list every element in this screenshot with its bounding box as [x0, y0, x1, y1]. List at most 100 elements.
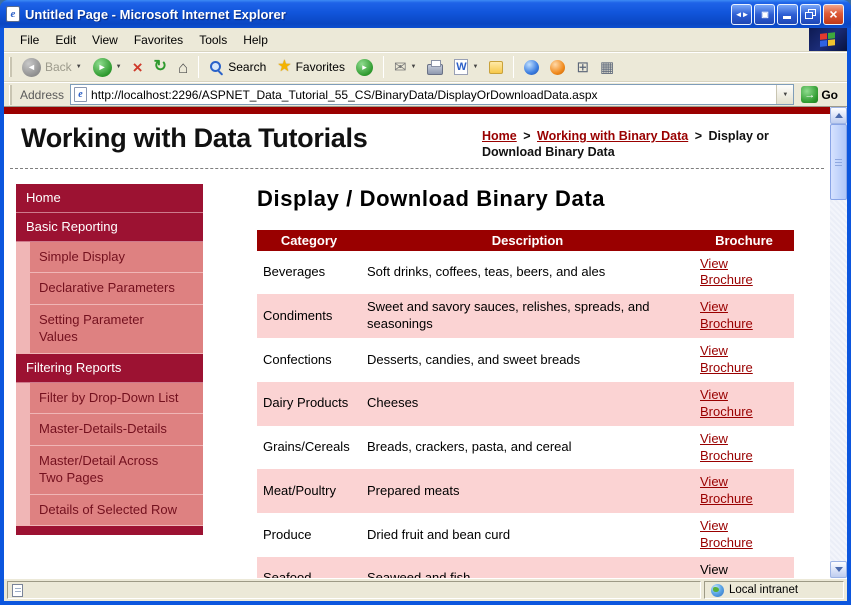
- breadcrumb-home-link[interactable]: Home: [482, 129, 517, 143]
- messenger-button[interactable]: [519, 58, 544, 77]
- search-button[interactable]: Search: [204, 58, 271, 77]
- address-bar: Address e http://localhost:2296/ASPNET_D…: [4, 82, 847, 107]
- print-icon: [427, 59, 444, 75]
- table-row: Condiments Sweet and savory sauces, reli…: [257, 294, 794, 339]
- scrollbar-track[interactable]: [830, 124, 847, 561]
- sidebar-item-details-of-selected-row[interactable]: Details of Selected Row: [30, 494, 203, 527]
- restore-button[interactable]: [800, 3, 821, 25]
- home-button[interactable]: ⌂: [173, 57, 193, 78]
- description-cell: Sweet and savory sauces, relishes, sprea…: [361, 294, 694, 339]
- toolbar: ◄ Back ▼ ► ▼ × ↻ ⌂ Search ★ Favorites ▸: [4, 52, 847, 82]
- category-cell: Dairy Products: [257, 381, 361, 426]
- stop-button[interactable]: ×: [128, 57, 148, 78]
- view-brochure-link[interactable]: View Brochure: [700, 256, 762, 290]
- fullscreen-button[interactable]: ▦: [595, 58, 619, 77]
- windows-flag-throbber: [809, 28, 847, 51]
- addon-panel-button[interactable]: ⊞: [571, 58, 594, 77]
- scrollbar-thumb[interactable]: [830, 124, 847, 200]
- menu-file[interactable]: File: [12, 28, 47, 51]
- window-body: File Edit View Favorites Tools Help ◄ Ba…: [4, 28, 847, 601]
- view-brochure-link[interactable]: View Brochure: [700, 299, 762, 333]
- sidebar-item-master-detail-across-two-pages[interactable]: Master/Detail Across Two Pages: [30, 445, 203, 495]
- scroll-up-button[interactable]: [830, 107, 847, 124]
- column-header-category: Category: [257, 229, 361, 251]
- media-icon: ▸: [355, 58, 373, 76]
- ie-e-glyph: e: [10, 8, 16, 20]
- view-brochure-link[interactable]: View Brochure: [700, 343, 762, 377]
- column-header-brochure: Brochure: [694, 229, 794, 251]
- intranet-globe-icon: [711, 583, 724, 597]
- table-header-row: Category Description Brochure: [257, 229, 794, 251]
- table-row: Seafood Seaweed and fish View Brochure: [257, 556, 794, 578]
- title-extra-window-button[interactable]: ▣: [754, 3, 775, 25]
- grid-icon: ▦: [600, 58, 615, 76]
- view-brochure-link[interactable]: View Brochure: [700, 474, 762, 508]
- menu-tools[interactable]: Tools: [191, 28, 235, 51]
- close-button[interactable]: ×: [823, 3, 844, 25]
- favorites-label: Favorites: [295, 60, 345, 74]
- back-button[interactable]: ◄ Back ▼: [17, 56, 87, 79]
- back-dropdown-icon: ▼: [75, 64, 82, 70]
- vertical-scrollbar[interactable]: [830, 107, 847, 578]
- menu-help[interactable]: Help: [235, 28, 276, 51]
- go-button[interactable]: → Go: [794, 83, 845, 106]
- menu-view[interactable]: View: [84, 28, 126, 51]
- mail-button[interactable]: ✉ ▼: [389, 58, 422, 77]
- view-brochure-text: View Brochure: [700, 561, 728, 577]
- forward-button[interactable]: ► ▼: [88, 56, 127, 79]
- scroll-down-button[interactable]: [830, 561, 847, 578]
- print-button[interactable]: [422, 58, 448, 77]
- sidebar-item-basic-reporting[interactable]: Basic Reporting: [16, 212, 203, 242]
- discuss-button[interactable]: [484, 59, 508, 76]
- description-cell: Dried fruit and bean curd: [367, 526, 511, 542]
- table-row: Grains/Cereals Breads, crackers, pasta, …: [257, 426, 794, 470]
- sidebar-item-simple-display[interactable]: Simple Display: [30, 241, 203, 274]
- table-row: Beverages Soft drinks, coffees, teas, be…: [257, 251, 794, 295]
- menu-favorites[interactable]: Favorites: [126, 28, 191, 51]
- brochure-cell: View Brochure: [694, 338, 794, 382]
- toolbar-grip[interactable]: [9, 57, 12, 77]
- title-bar[interactable]: e Untitled Page - Microsoft Internet Exp…: [0, 0, 851, 28]
- view-brochure-link[interactable]: View Brochure: [700, 431, 762, 465]
- window-ie-page-icon: e: [6, 6, 20, 22]
- favorites-button[interactable]: ★ Favorites: [272, 57, 350, 77]
- sidebar-item-filter-by-drop-down-list[interactable]: Filter by Drop-Down List: [30, 382, 203, 415]
- sidebar-item-home[interactable]: Home: [16, 183, 203, 213]
- category-cell: Produce: [263, 526, 312, 542]
- page-favicon: e: [74, 87, 88, 102]
- menu-edit[interactable]: Edit: [47, 28, 84, 51]
- title-button-group: ◄► ▣ ×: [731, 3, 844, 25]
- address-url: http://localhost:2296/ASPNET_Data_Tutori…: [91, 87, 598, 102]
- left-right-arrows-icon: ◄►: [734, 9, 750, 19]
- minimize-button[interactable]: [777, 3, 798, 25]
- sidebar-item-next-section-partial[interactable]: [16, 526, 203, 536]
- edit-word-button[interactable]: W ▼: [449, 57, 483, 77]
- search-label: Search: [228, 60, 267, 74]
- view-brochure-link[interactable]: View Brochure: [700, 387, 762, 421]
- media-button[interactable]: ▸: [351, 57, 378, 78]
- sidebar-item-declarative-parameters[interactable]: Declarative Parameters: [30, 273, 203, 305]
- sidebar-item-setting-parameter-values[interactable]: Setting Parameter Values: [30, 304, 203, 354]
- refresh-button[interactable]: ↻: [149, 57, 172, 77]
- title-extra-arrows-button[interactable]: ◄►: [731, 3, 752, 25]
- status-bar: Local intranet: [4, 578, 847, 601]
- toolbar-separator: [198, 56, 200, 78]
- stop-icon: ×: [132, 57, 143, 77]
- breadcrumb-separator: >: [694, 129, 702, 143]
- addressbar-grip[interactable]: [9, 84, 12, 105]
- description-cell: Desserts, candies, and sweet breads: [367, 351, 581, 367]
- breadcrumb-section-link[interactable]: Working with Binary Data: [537, 129, 688, 143]
- brochure-cell: View Brochure: [694, 556, 794, 578]
- view-brochure-link[interactable]: View Brochure: [700, 518, 762, 552]
- browser-window: e Untitled Page - Microsoft Internet Exp…: [0, 0, 851, 605]
- security-zone-panel: Local intranet: [704, 581, 844, 599]
- address-label: Address: [20, 87, 65, 102]
- messenger-icon: [524, 59, 540, 75]
- address-dropdown-button[interactable]: ▼: [776, 85, 794, 104]
- research-button[interactable]: [545, 58, 570, 77]
- mail-icon: ✉: [393, 58, 407, 76]
- sidebar-item-master-details-details[interactable]: Master-Details-Details: [30, 414, 203, 446]
- address-input[interactable]: e http://localhost:2296/ASPNET_Data_Tuto…: [70, 84, 795, 105]
- go-label: Go: [821, 87, 838, 102]
- sidebar-item-filtering-reports[interactable]: Filtering Reports: [16, 353, 203, 383]
